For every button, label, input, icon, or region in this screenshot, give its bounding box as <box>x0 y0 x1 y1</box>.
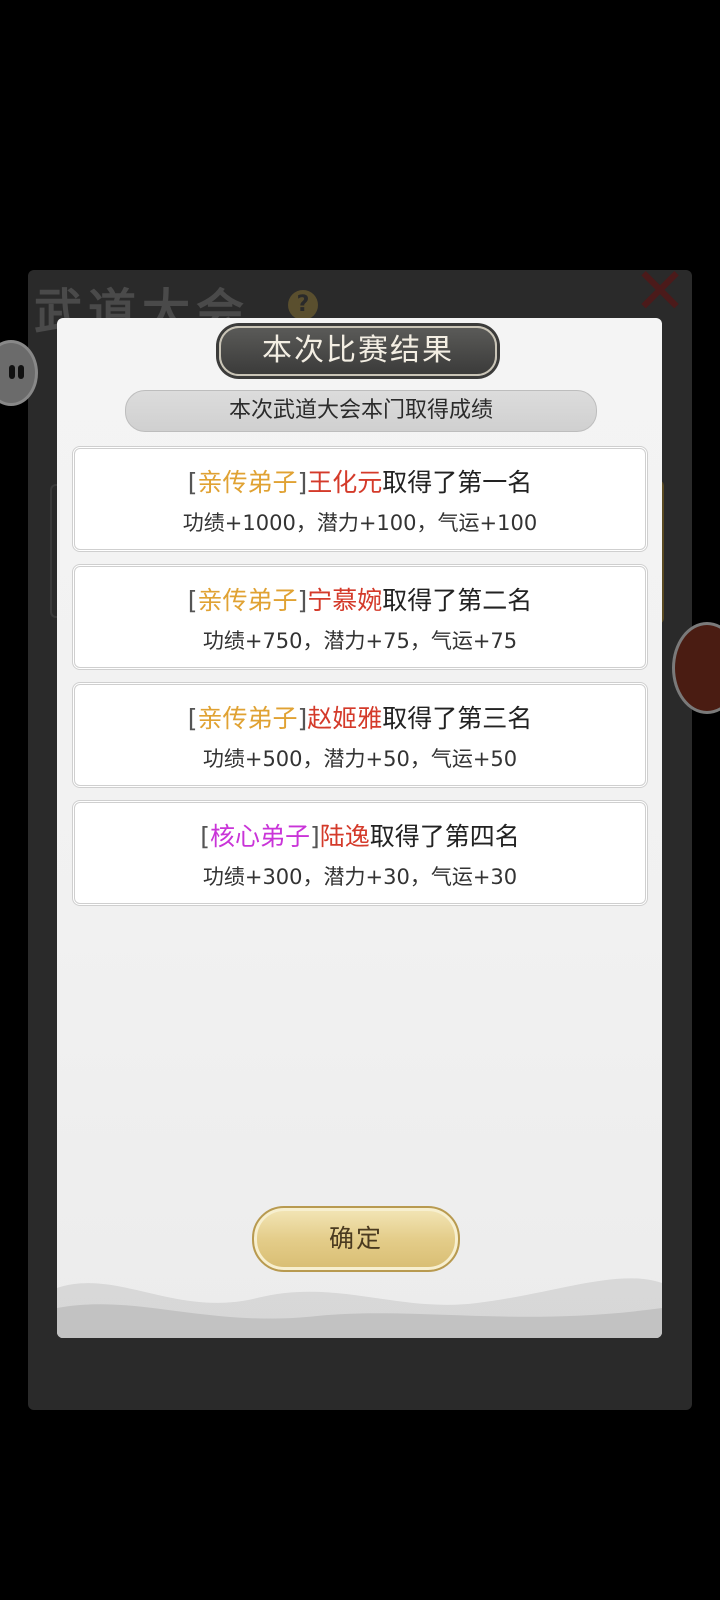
achievement-text: 取得了第四名 <box>369 822 520 851</box>
result-headline: [亲传弟子]赵姬雅取得了第三名 <box>75 699 645 735</box>
disciple-name: 赵姬雅 <box>307 704 383 733</box>
rank-label: 亲传弟子 <box>197 704 298 733</box>
reward-text: 功绩+750，潜力+75，气运+75 <box>202 629 518 653</box>
rank-bracket-open: [ <box>187 586 198 615</box>
result-card: [亲传弟子]王化元取得了第一名功绩+1000，潜力+100，气运+100 <box>72 446 648 552</box>
achievement-text: 取得了第三名 <box>382 704 533 733</box>
help-icon: ? <box>288 290 318 320</box>
confirm-button[interactable]: 确定 <box>252 1206 460 1272</box>
modal-subtitle: 本次武道大会本门取得成绩 <box>125 390 597 432</box>
rank-bracket-open: [ <box>200 822 210 851</box>
result-card: [亲传弟子]赵姬雅取得了第三名功绩+500，潜力+50，气运+50 <box>72 682 648 788</box>
reward-text: 功绩+500，潜力+50，气运+50 <box>202 747 518 771</box>
result-list: [亲传弟子]王化元取得了第一名 功绩+1000，潜力+100，气运+100 [亲传弟… <box>72 446 648 918</box>
disciple-name: 陆逸 <box>319 822 370 851</box>
reward-text: 功绩+1000，潜力+100，气运+100 <box>182 511 538 535</box>
rank-bracket-open: [ <box>187 468 198 497</box>
result-headline: [亲传弟子]王化元取得了第一名 <box>75 463 645 499</box>
rank-bracket-open: [ <box>187 704 198 733</box>
disciple-name: 宁慕婉 <box>307 586 383 615</box>
achievement-text: 取得了第一名 <box>382 468 533 497</box>
rank-label: 亲传弟子 <box>197 586 298 615</box>
rank-bracket-close: ] <box>297 704 308 733</box>
rank-bracket-close: ] <box>297 468 308 497</box>
rank-label: 核心弟子 <box>209 822 310 851</box>
result-card: [核心弟子]陆逸取得了第四名功绩+300，潜力+30，气运+30 <box>72 800 648 906</box>
results-modal: 本次比赛结果 本次武道大会本门取得成绩 [亲传弟子]王化元取得了第一名 功绩+10… <box>57 318 662 1338</box>
reward-text: 功绩+300，潜力+30，气运+30 <box>202 865 518 889</box>
close-icon: ✕ <box>633 255 687 329</box>
rank-bracket-close: ] <box>309 822 320 851</box>
rank-bracket-close: ] <box>297 586 308 615</box>
modal-title: 本次比赛结果 <box>219 326 497 376</box>
result-card: [亲传弟子]宁慕婉取得了第二名功绩+750，潜力+75，气运+75 <box>72 564 648 670</box>
disciple-name: 王化元 <box>307 468 383 497</box>
achievement-text: 取得了第二名 <box>382 586 533 615</box>
result-headline: [亲传弟子]宁慕婉取得了第二名 <box>75 581 645 617</box>
result-headline: [核心弟子]陆逸取得了第四名 <box>75 817 645 853</box>
rank-label: 亲传弟子 <box>197 468 298 497</box>
